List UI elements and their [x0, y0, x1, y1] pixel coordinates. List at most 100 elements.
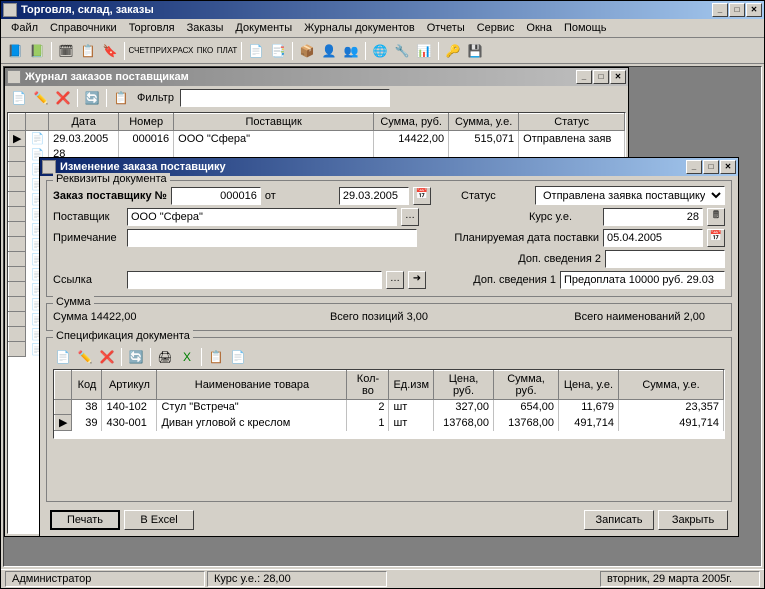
window-icon — [42, 160, 56, 174]
info2-label: Доп. сведения 2 — [518, 253, 601, 265]
info1-input[interactable] — [560, 271, 725, 289]
print-icon[interactable]: 🖨 — [155, 347, 175, 367]
save-button[interactable]: Записать — [584, 510, 654, 530]
link-input[interactable] — [127, 271, 382, 289]
supplier-input[interactable] — [127, 208, 397, 226]
toolbar-btn[interactable]: ПЛАТ — [217, 41, 237, 61]
toolbar-btn[interactable]: ПКО — [195, 41, 215, 61]
toolbar-btn[interactable]: 💾 — [465, 41, 485, 61]
supplier-label: Поставщик — [53, 211, 123, 223]
toolbar-btn[interactable]: 👥 — [341, 41, 361, 61]
table-row[interactable]: ▶39430-001Диван угловой с креслом1шт1376… — [55, 415, 724, 431]
toolbar-btn[interactable]: 🔑 — [443, 41, 463, 61]
lookup-icon[interactable]: … — [401, 208, 419, 226]
spec-group: Спецификация документа 📄 ✏️ ❌ 🔄 🖨 X 📋 📄 — [46, 337, 732, 502]
journal-titlebar: Журнал заказов поставщикам _ □ ✕ — [5, 68, 628, 86]
toolbar-btn[interactable]: 🌐 — [370, 41, 390, 61]
toolbar-btn[interactable]: 📑 — [268, 41, 288, 61]
excel-icon[interactable]: X — [177, 347, 197, 367]
close-button[interactable]: Закрыть — [658, 510, 728, 530]
delete-icon[interactable]: ❌ — [97, 347, 117, 367]
statusbar: Администратор Курс у.е.: 28,00 вторник, … — [1, 569, 764, 588]
sum-group: Сумма Сумма 14422,00 Всего позиций 3,00 … — [46, 303, 732, 331]
new-icon[interactable]: 📄 — [9, 88, 29, 108]
maximize-button[interactable]: □ — [593, 70, 609, 84]
status-user: Администратор — [5, 571, 205, 587]
order-num-label: Заказ поставщику № — [53, 190, 167, 202]
order-date-input[interactable] — [339, 187, 409, 205]
menu-documents[interactable]: Документы — [229, 20, 298, 36]
menu-windows[interactable]: Окна — [520, 20, 558, 36]
filter-label: Фильтр — [137, 92, 174, 104]
info2-input[interactable] — [605, 250, 725, 268]
names-value: Всего наименований 2,00 — [490, 311, 725, 323]
calc-icon[interactable]: 🖩 — [707, 208, 725, 226]
toolbar-btn[interactable]: 🔧 — [392, 41, 412, 61]
toolbar-btn[interactable]: 📘 — [5, 41, 25, 61]
print-button[interactable]: Печать — [50, 510, 120, 530]
link-label: Ссылка — [53, 274, 123, 286]
minimize-button[interactable]: _ — [576, 70, 592, 84]
minimize-button[interactable]: _ — [686, 160, 702, 174]
minimize-button[interactable]: _ — [712, 3, 728, 17]
edit-icon[interactable]: ✏️ — [31, 88, 51, 108]
shipdate-input[interactable] — [603, 229, 703, 247]
group-label: Спецификация документа — [53, 330, 193, 342]
sum-value: Сумма 14422,00 — [53, 311, 268, 323]
toolbar-btn[interactable]: СЧЕТ — [129, 41, 149, 61]
status-select[interactable]: Отправлена заявка поставщику — [535, 186, 725, 205]
table-row[interactable]: ▶📄29.03.2005000016ООО "Сфера"14422,00515… — [9, 131, 625, 147]
delete-icon[interactable]: ❌ — [53, 88, 73, 108]
window-icon — [7, 70, 21, 84]
copy-icon[interactable]: 📋 — [206, 347, 226, 367]
toolbar-btn[interactable]: 📄 — [246, 41, 266, 61]
excel-button[interactable]: В Excel — [124, 510, 194, 530]
toolbar-btn[interactable]: ПРИХ — [151, 41, 171, 61]
paste-icon[interactable]: 📄 — [228, 347, 248, 367]
filter-input[interactable] — [180, 89, 390, 107]
close-button[interactable]: ✕ — [610, 70, 626, 84]
toolbar-btn[interactable]: 📊 — [414, 41, 434, 61]
close-button[interactable]: ✕ — [720, 160, 736, 174]
menu-reports[interactable]: Отчеты — [421, 20, 471, 36]
toolbar-btn[interactable]: 📋 — [78, 41, 98, 61]
spec-grid[interactable]: Код Артикул Наименование товара Кол-во Е… — [53, 369, 725, 439]
menu-journals[interactable]: Журналы документов — [298, 20, 421, 36]
toolbar-btn[interactable]: 🔖 — [100, 41, 120, 61]
toolbar-btn[interactable]: 📦 — [297, 41, 317, 61]
menu-dictionaries[interactable]: Справочники — [44, 20, 123, 36]
menu-service[interactable]: Сервис — [471, 20, 521, 36]
from-label: от — [265, 190, 335, 202]
spec-toolbar: 📄 ✏️ ❌ 🔄 🖨 X 📋 📄 — [53, 345, 725, 369]
note-input[interactable] — [127, 229, 417, 247]
maximize-button[interactable]: □ — [729, 3, 745, 17]
new-icon[interactable]: 📄 — [53, 347, 73, 367]
status-label: Статус — [461, 190, 531, 202]
menu-orders[interactable]: Заказы — [181, 20, 230, 36]
group-label: Сумма — [53, 296, 94, 308]
note-label: Примечание — [53, 232, 123, 244]
maximize-button[interactable]: □ — [703, 160, 719, 174]
table-row[interactable]: 38140-102Стул "Встреча"2шт327,00654,0011… — [55, 400, 724, 415]
menu-trade[interactable]: Торговля — [123, 20, 181, 36]
refresh-icon[interactable]: 🔄 — [126, 347, 146, 367]
menu-file[interactable]: Файл — [5, 20, 44, 36]
rate-input[interactable] — [603, 208, 703, 226]
close-button[interactable]: ✕ — [746, 3, 762, 17]
goto-icon[interactable]: ➜ — [408, 271, 426, 289]
info1-label: Доп. сведения 1 — [473, 274, 556, 286]
calendar-icon[interactable]: 📅 — [707, 229, 725, 247]
edit-icon[interactable]: ✏️ — [75, 347, 95, 367]
toolbar-btn[interactable]: 🗓 — [56, 41, 76, 61]
order-num-input[interactable] — [171, 187, 261, 205]
toolbar-btn[interactable]: 👤 — [319, 41, 339, 61]
positions-value: Всего позиций 3,00 — [272, 311, 487, 323]
toolbar-btn[interactable]: РАСХ — [173, 41, 193, 61]
calendar-icon[interactable]: 📅 — [413, 187, 431, 205]
menu-help[interactable]: Помощь — [558, 20, 613, 36]
lookup-icon[interactable]: … — [386, 271, 404, 289]
toolbar-btn[interactable]: 📗 — [27, 41, 47, 61]
main-titlebar: Торговля, склад, заказы _ □ ✕ — [1, 1, 764, 19]
refresh-icon[interactable]: 🔄 — [82, 88, 102, 108]
filter-icon[interactable]: 📋 — [111, 88, 131, 108]
